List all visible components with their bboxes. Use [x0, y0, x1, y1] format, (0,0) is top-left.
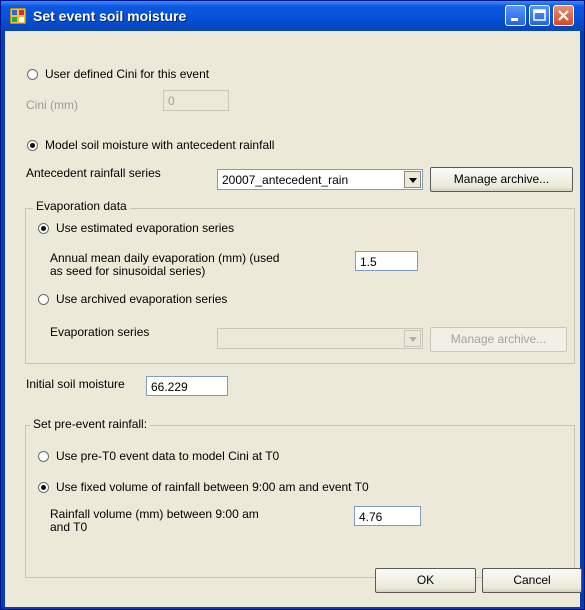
manage-archive-button[interactable]: Manage archive... [430, 167, 573, 192]
ok-button[interactable]: OK [375, 568, 476, 593]
minimize-icon [511, 18, 518, 21]
evaporation-group-title: Evaporation data [33, 199, 130, 213]
close-icon [558, 10, 569, 21]
antecedent-rainfall-value: 20007_antecedent_rain [222, 173, 349, 187]
initial-soil-moisture-label: Initial soil moisture [26, 377, 125, 391]
evaporation-series-label: Evaporation series [50, 325, 150, 339]
annual-mean-evaporation-input[interactable]: 1.5 [355, 251, 418, 271]
estimated-evaporation-label: Use estimated evaporation series [56, 221, 235, 235]
app-icon [10, 8, 26, 24]
pre-t0-event-data-radio[interactable] [38, 451, 49, 462]
user-defined-cini-label: User defined Cini for this event [45, 67, 210, 81]
cini-input[interactable]: 0 [163, 90, 229, 111]
rainfall-volume-label-line2: and T0 [50, 520, 88, 534]
pre-t0-event-data-label: Use pre-T0 event data to model Cini at T… [56, 449, 280, 463]
annual-mean-label-line1: Annual mean daily evaporation (mm) (used [50, 251, 280, 265]
initial-soil-moisture-input[interactable]: 66.229 [146, 376, 228, 396]
fixed-volume-rainfall-radio[interactable] [38, 482, 49, 493]
dialog-body: User defined Cini for this event Cini (m… [5, 31, 582, 607]
pre-event-rainfall-group-title: Set pre-event rainfall: [30, 417, 151, 431]
maximize-button[interactable] [529, 5, 550, 26]
cancel-button[interactable]: Cancel [482, 568, 582, 593]
antecedent-rainfall-select[interactable]: 20007_antecedent_rain [217, 169, 423, 190]
window-title: Set event soil moisture [33, 8, 187, 24]
pre-event-rainfall-group [25, 425, 575, 578]
model-soil-moisture-radio[interactable] [27, 140, 38, 151]
archived-evaporation-radio[interactable] [38, 294, 49, 305]
evaporation-series-select[interactable] [217, 328, 423, 349]
chevron-down-icon[interactable] [404, 330, 421, 347]
chevron-down-icon[interactable] [404, 171, 421, 188]
cini-label: Cini (mm) [26, 98, 78, 112]
close-button[interactable] [553, 5, 574, 26]
model-soil-moisture-label: Model soil moisture with antecedent rain… [45, 138, 275, 152]
rainfall-volume-input[interactable]: 4.76 [354, 506, 421, 526]
annual-mean-label-line2: as seed for sinusoidal series) [50, 264, 206, 278]
maximize-icon [533, 9, 546, 21]
fixed-volume-rainfall-label: Use fixed volume of rainfall between 9:0… [56, 480, 369, 494]
archived-evaporation-label: Use archived evaporation series [56, 292, 228, 306]
title-bar[interactable]: Set event soil moisture [1, 1, 584, 31]
estimated-evaporation-radio[interactable] [38, 223, 49, 234]
dialog-window: Set event soil moisture User defined Cin… [0, 0, 585, 610]
minimize-button[interactable] [505, 5, 526, 26]
rainfall-volume-label-line1: Rainfall volume (mm) between 9:00 am [50, 507, 259, 521]
manage-archive-evaporation-button[interactable]: Manage archive... [430, 327, 567, 352]
antecedent-rainfall-label: Antecedent rainfall series [26, 166, 161, 180]
user-defined-cini-radio[interactable] [27, 69, 38, 80]
